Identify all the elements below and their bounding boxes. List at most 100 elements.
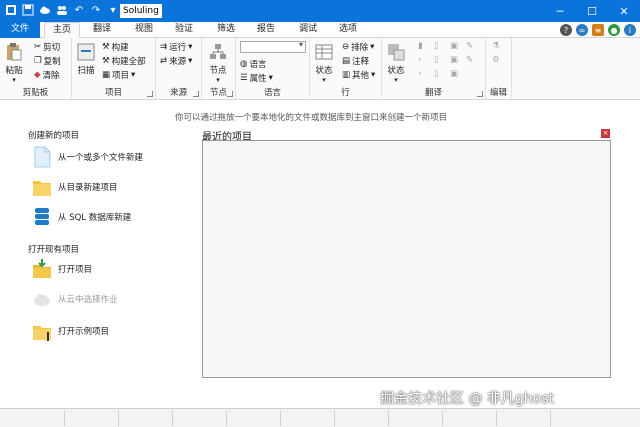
tab-filter[interactable]: 筛选 — [208, 22, 244, 38]
clipboard-icon: ▣ — [450, 41, 459, 51]
database-icon[interactable]: ≡ — [592, 24, 604, 36]
comment-button[interactable]: ▤ 注释 — [342, 55, 369, 67]
chevron-down-icon: ▾ — [394, 76, 398, 84]
open-folder-icon — [33, 259, 51, 278]
other-button[interactable]: ▥ 其他 ▾ — [342, 69, 375, 81]
group-language: ◍语言 ☰属性▾ 语言 — [236, 38, 310, 100]
tab-options[interactable]: 选项 — [330, 22, 366, 38]
select-cloud-job-button[interactable]: 从云中选择作业 — [32, 288, 118, 310]
translate-tool-3[interactable]: › — [418, 69, 421, 79]
properties-icon: ☰ — [240, 73, 248, 83]
open-sample-project-button[interactable]: 打开示例项目 — [32, 320, 109, 342]
tab-home[interactable]: 主页 — [44, 22, 80, 38]
clear-button[interactable]: ◆ 清除 — [34, 69, 60, 81]
other-icon: ▥ — [342, 70, 351, 80]
tab-validate[interactable]: 验证 — [166, 22, 202, 38]
create-section-title: 创建新的项目 — [28, 131, 80, 141]
translate-tool-11[interactable]: ✎ — [466, 55, 473, 65]
tab-translate[interactable]: 翻译 — [84, 22, 120, 38]
tools-icon: ✎ — [466, 55, 474, 65]
close-icon[interactable]: × — [601, 129, 610, 138]
chevron-down-icon: ▾ — [188, 56, 193, 66]
tab-report[interactable]: 报告 — [248, 22, 284, 38]
cloud-icon[interactable] — [38, 3, 52, 17]
tab-debug[interactable]: 调试 — [290, 22, 326, 38]
new-from-sql-button[interactable]: 从 SQL 数据库新建 — [32, 206, 131, 228]
translate-status-button[interactable]: 状态 ▾ — [386, 42, 406, 84]
translate-tool-8[interactable]: ▣ — [450, 55, 458, 65]
recent-projects-list[interactable] — [202, 140, 611, 378]
edit-tool-2[interactable]: ⚙ — [492, 55, 500, 65]
group-row: 状态 ▾ ⊖ 排除 ▾ ▤ 注释 ▥ 其他 ▾ 行 — [310, 38, 382, 100]
language-select[interactable] — [240, 40, 306, 53]
node-tree-icon — [210, 44, 226, 59]
open-project-button[interactable]: 打开项目 — [32, 258, 92, 280]
items-button[interactable]: ▦ 项目 ▾ — [102, 69, 135, 81]
node-button[interactable]: 节点 ▾ — [208, 42, 228, 84]
redo-icon[interactable]: ↷ — [89, 3, 103, 17]
copy-button[interactable]: ❐ 复制 — [34, 55, 61, 67]
eraser-icon: ◆ — [34, 70, 41, 80]
cut-button[interactable]: ✂ 剪切 — [34, 41, 60, 53]
help-icon[interactable]: ? — [560, 24, 572, 36]
save-icon[interactable] — [21, 3, 35, 17]
scan-button[interactable]: 扫描 — [76, 42, 96, 76]
build-button[interactable]: ⚒ 构建 — [102, 41, 129, 53]
tab-file[interactable]: 文件 — [0, 22, 40, 38]
link-icon[interactable]: ∞ — [576, 24, 588, 36]
translate-tool-10[interactable]: ✎ — [466, 41, 473, 51]
exclude-button[interactable]: ⊖ 排除 ▾ — [342, 41, 374, 53]
clipboard-icon: ▣ — [450, 55, 459, 65]
dialog-launcher-icon[interactable] — [193, 91, 199, 97]
folder-icon — [33, 181, 51, 196]
source-button[interactable]: ⇄ 来源 ▾ — [160, 55, 192, 67]
status-divider — [388, 411, 389, 426]
group-clipboard: 粘贴 ▾ ✂ 剪切 ❐ 复制 ◆ 清除 剪贴板 — [0, 38, 72, 100]
translate-tool-7[interactable]: ▣ — [450, 41, 458, 51]
maximize-icon[interactable]: ☐ — [576, 0, 608, 22]
location-icon[interactable]: ● — [608, 24, 620, 36]
group-label-clipboard: 剪贴板 — [22, 88, 49, 98]
run-button[interactable]: ⇉ 运行 ▾ — [160, 41, 192, 53]
dialog-launcher-icon[interactable] — [227, 91, 233, 97]
qat-customize-icon[interactable]: ▾ — [106, 3, 120, 17]
status-divider — [280, 411, 281, 426]
dialog-launcher-icon[interactable] — [477, 91, 483, 97]
status-divider — [550, 411, 551, 426]
build-all-button[interactable]: ⚒ 构建全部 — [102, 55, 146, 67]
chevron-down-icon: ▾ — [268, 73, 273, 83]
group-label-translate: 翻译 — [424, 88, 442, 98]
group-label-project: 项目 — [104, 88, 122, 98]
row-status-button[interactable]: 状态 ▾ — [314, 42, 334, 84]
source-icon: ⇄ — [160, 56, 168, 66]
translate-tool-9[interactable]: ▣ — [450, 69, 458, 79]
chevron-down-icon: ▾ — [371, 70, 376, 80]
title-bar: ↶ ↷ ▾ Soluling ─ ☐ ✕ — [0, 0, 640, 22]
status-bar — [0, 408, 640, 427]
translate-tool-1[interactable]: ▮ — [418, 41, 423, 51]
comment-icon: ▤ — [342, 56, 351, 66]
edit-tool-1[interactable]: ⚗ — [492, 41, 500, 51]
paste-button[interactable]: 粘贴 ▾ — [4, 42, 24, 84]
undo-icon[interactable]: ↶ — [72, 3, 86, 17]
translate-tool-5[interactable]: ▯ — [434, 55, 439, 65]
dialog-launcher-icon[interactable] — [147, 91, 153, 97]
scan-icon — [77, 43, 95, 61]
translate-tool-2[interactable]: › — [418, 55, 421, 65]
translate-tool-6[interactable]: ▯ — [434, 69, 439, 79]
translate-tool-4[interactable]: ▯ — [434, 41, 439, 51]
info-icon[interactable]: i — [624, 24, 636, 36]
tab-view[interactable]: 视图 — [126, 22, 162, 38]
chevron-right-icon: › — [418, 55, 422, 65]
document-icon: ▯ — [434, 41, 439, 51]
new-from-directory-button[interactable]: 从目录新建项目 — [32, 176, 118, 198]
close-icon[interactable]: ✕ — [608, 0, 640, 22]
users-icon[interactable] — [55, 3, 69, 17]
properties-button[interactable]: ☰ 属性 ▾ — [240, 72, 273, 84]
group-label-row: 行 — [341, 88, 350, 98]
minimize-icon[interactable]: ─ — [544, 0, 576, 22]
drop-hint: 你可以通过拖放一个要本地化的文件或数据库到主窗口来创建一个新项目 — [175, 113, 448, 123]
pin-icon: ▮ — [418, 41, 423, 51]
language-button[interactable]: ◍ 语言 — [240, 58, 266, 70]
new-from-files-button[interactable]: 从一个或多个文件新建 — [32, 146, 143, 168]
